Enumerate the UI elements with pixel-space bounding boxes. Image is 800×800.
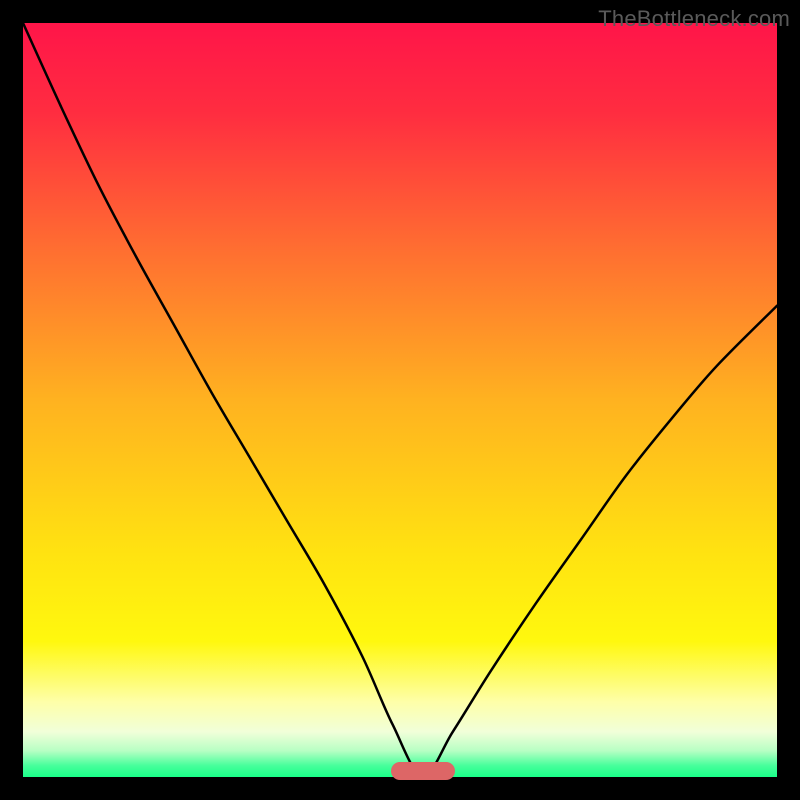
chart-background-gradient <box>23 23 777 777</box>
optimum-marker <box>391 762 455 780</box>
bottleneck-chart <box>23 23 777 777</box>
watermark-text: TheBottleneck.com <box>598 6 790 32</box>
